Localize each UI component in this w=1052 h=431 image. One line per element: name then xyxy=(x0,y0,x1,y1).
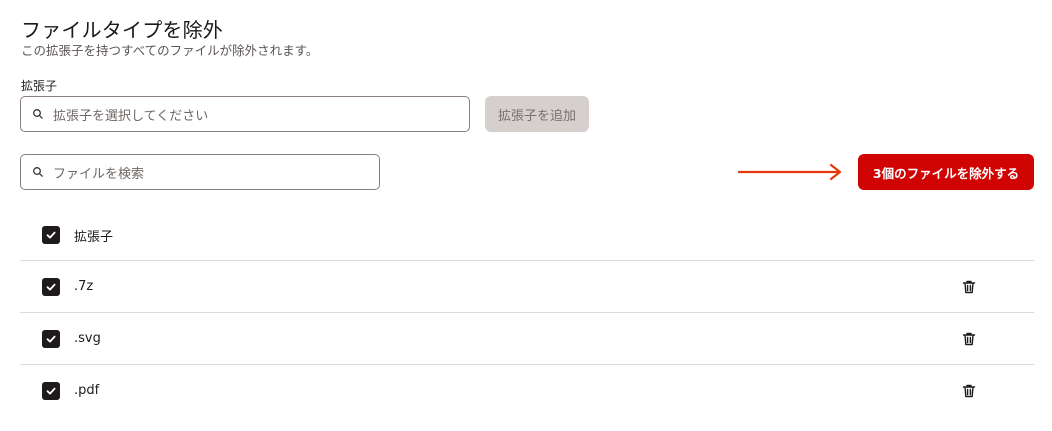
row-checkbox[interactable] xyxy=(42,329,60,348)
table-header-row: 拡張子 xyxy=(20,210,1034,261)
extension-label: .svg xyxy=(74,331,101,346)
file-search-input[interactable]: ファイルを検索 xyxy=(20,154,380,190)
add-extension-button[interactable]: 拡張子を追加 xyxy=(485,96,589,132)
extension-label: .7z xyxy=(74,279,94,294)
dialog-subtitle: この拡張子を持つすべてのファイルが除外されます。 xyxy=(21,43,319,58)
select-all-checkbox[interactable] xyxy=(42,226,60,244)
trash-icon[interactable] xyxy=(961,383,977,399)
search-icon xyxy=(32,108,44,120)
table-row: .7z xyxy=(20,261,1034,313)
trash-icon[interactable] xyxy=(961,279,977,295)
extension-table: 拡張子 .7z .svg .pdf xyxy=(20,210,1034,416)
trash-icon[interactable] xyxy=(961,331,977,347)
arrow-right-icon xyxy=(737,163,843,185)
column-header-extension: 拡張子 xyxy=(74,229,114,245)
file-search-placeholder: ファイルを検索 xyxy=(53,166,145,182)
search-icon xyxy=(32,166,44,178)
extension-select-input[interactable]: 拡張子を選択してください xyxy=(20,96,470,132)
extension-field-label: 拡張子 xyxy=(21,79,58,93)
table-row: .svg xyxy=(20,313,1034,365)
exclude-files-button[interactable]: 3個のファイルを除外する xyxy=(858,154,1034,190)
row-checkbox[interactable] xyxy=(42,381,60,400)
table-row: .pdf xyxy=(20,365,1034,416)
row-checkbox[interactable] xyxy=(42,277,60,296)
extension-label: .pdf xyxy=(74,383,100,398)
extension-select-placeholder: 拡張子を選択してください xyxy=(53,108,209,124)
dialog-title: ファイルタイプを除外 xyxy=(21,18,223,42)
